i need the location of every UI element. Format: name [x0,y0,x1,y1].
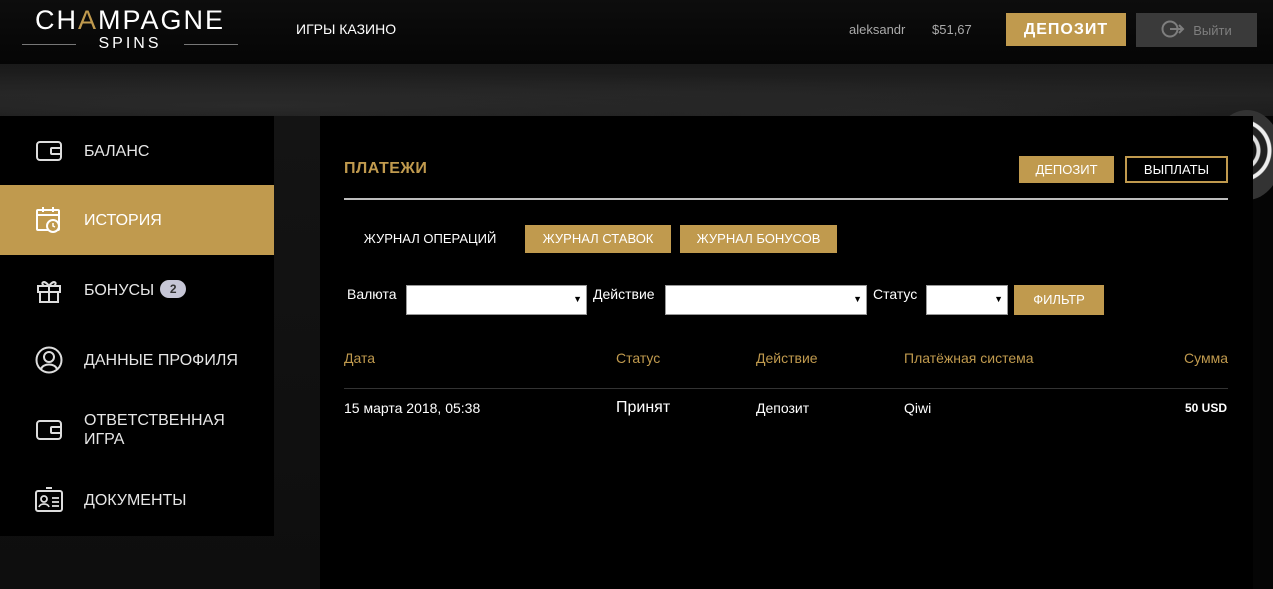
balance: $51,67 [932,22,972,37]
username: aleksandr [849,22,906,37]
logout-button[interactable]: Выйти [1136,13,1257,47]
action-select[interactable] [665,285,867,315]
sidebar-item-profile[interactable]: ДАННЫЕ ПРОФИЛЯ [0,325,274,395]
row-date: 15 марта 2018, 05:38 [344,400,481,416]
sidebar-item-documents[interactable]: ДОКУМЕНТЫ [0,465,274,535]
sidebar-item-responsible-gaming[interactable]: ОТВЕТСТВЕННАЯ ИГРА [0,395,274,465]
table-divider [344,388,1228,389]
tab-bonuses-log[interactable]: ЖУРНАЛ БОНУСОВ [680,225,837,253]
decorative-band [0,64,1273,116]
payouts-button[interactable]: ВЫПЛАТЫ [1125,156,1228,183]
column-header-payment-system: Платёжная система [904,350,1034,366]
wallet-icon [34,136,64,166]
sidebar-item-label: ОТВЕТСТВЕННАЯ ИГРА [84,412,225,448]
tab-bets-log[interactable]: ЖУРНАЛ СТАВОК [525,225,671,253]
user-icon [34,345,64,375]
sidebar-item-bonuses[interactable]: БОНУСЫ 2 [0,255,274,325]
sidebar-item-history[interactable]: ИСТОРИЯ [0,185,274,255]
column-header-date: Дата [344,350,376,366]
sidebar-item-label: БАЛАНС [84,142,150,160]
id-card-icon [34,485,64,515]
nav-casino-games[interactable]: ИГРЫ КАЗИНО [296,21,396,37]
action-label: Действие [593,286,655,302]
currency-label: Валюта [347,286,397,302]
sidebar-item-label: ДАННЫЕ ПРОФИЛЯ [84,351,238,369]
column-header-action: Действие [756,350,818,366]
bonus-count-badge: 2 [160,280,187,298]
sidebar-item-label: БОНУСЫ 2 [84,280,187,300]
top-header: CHAMPAGNE SPINS ИГРЫ КАЗИНО aleksandr $5… [0,0,1273,64]
logo-subtitle: SPINS [22,35,238,53]
column-header-status: Статус [616,350,661,366]
tab-operations-log[interactable]: ЖУРНАЛ ОПЕРАЦИЙ [354,225,506,253]
sidebar-item-label: ИСТОРИЯ [84,211,162,229]
row-amount: 50 USD [1184,401,1227,415]
payments-panel: ПЛАТЕЖИ ДЕПОЗИТ ВЫПЛАТЫ ЖУРНАЛ ОПЕРАЦИЙ … [320,116,1253,589]
row-status: Принят [616,399,671,416]
gift-icon [34,275,64,305]
column-header-amount: Сумма [1184,350,1228,366]
sidebar-item-label: ДОКУМЕНТЫ [84,491,187,509]
page-title: ПЛАТЕЖИ [344,160,428,177]
deposit-button[interactable]: ДЕПОЗИТ [1019,156,1114,183]
logout-icon [1161,19,1185,42]
currency-select[interactable] [406,285,587,315]
logout-label: Выйти [1193,22,1232,38]
row-payment-system: Qiwi [904,400,932,416]
status-label: Статус [873,286,918,302]
status-select[interactable] [926,285,1008,315]
filter-button[interactable]: ФИЛЬТР [1014,285,1104,315]
divider [344,198,1228,200]
sidebar-item-balance[interactable]: БАЛАНС [0,116,274,186]
champagne-spins-logo[interactable]: CHAMPAGNE SPINS [22,6,238,54]
wallet-icon [34,415,64,445]
logo-wordmark: CHAMPAGNE [34,5,226,35]
account-sidebar: БАЛАНС ИСТОРИЯ БОНУСЫ 2 ДАННЫЕ ПРОФИЛЯ ОТ… [0,116,274,536]
row-action: Депозит [756,400,810,416]
header-deposit-button[interactable]: ДЕПОЗИТ [1006,13,1126,46]
calendar-clock-icon [34,205,64,235]
